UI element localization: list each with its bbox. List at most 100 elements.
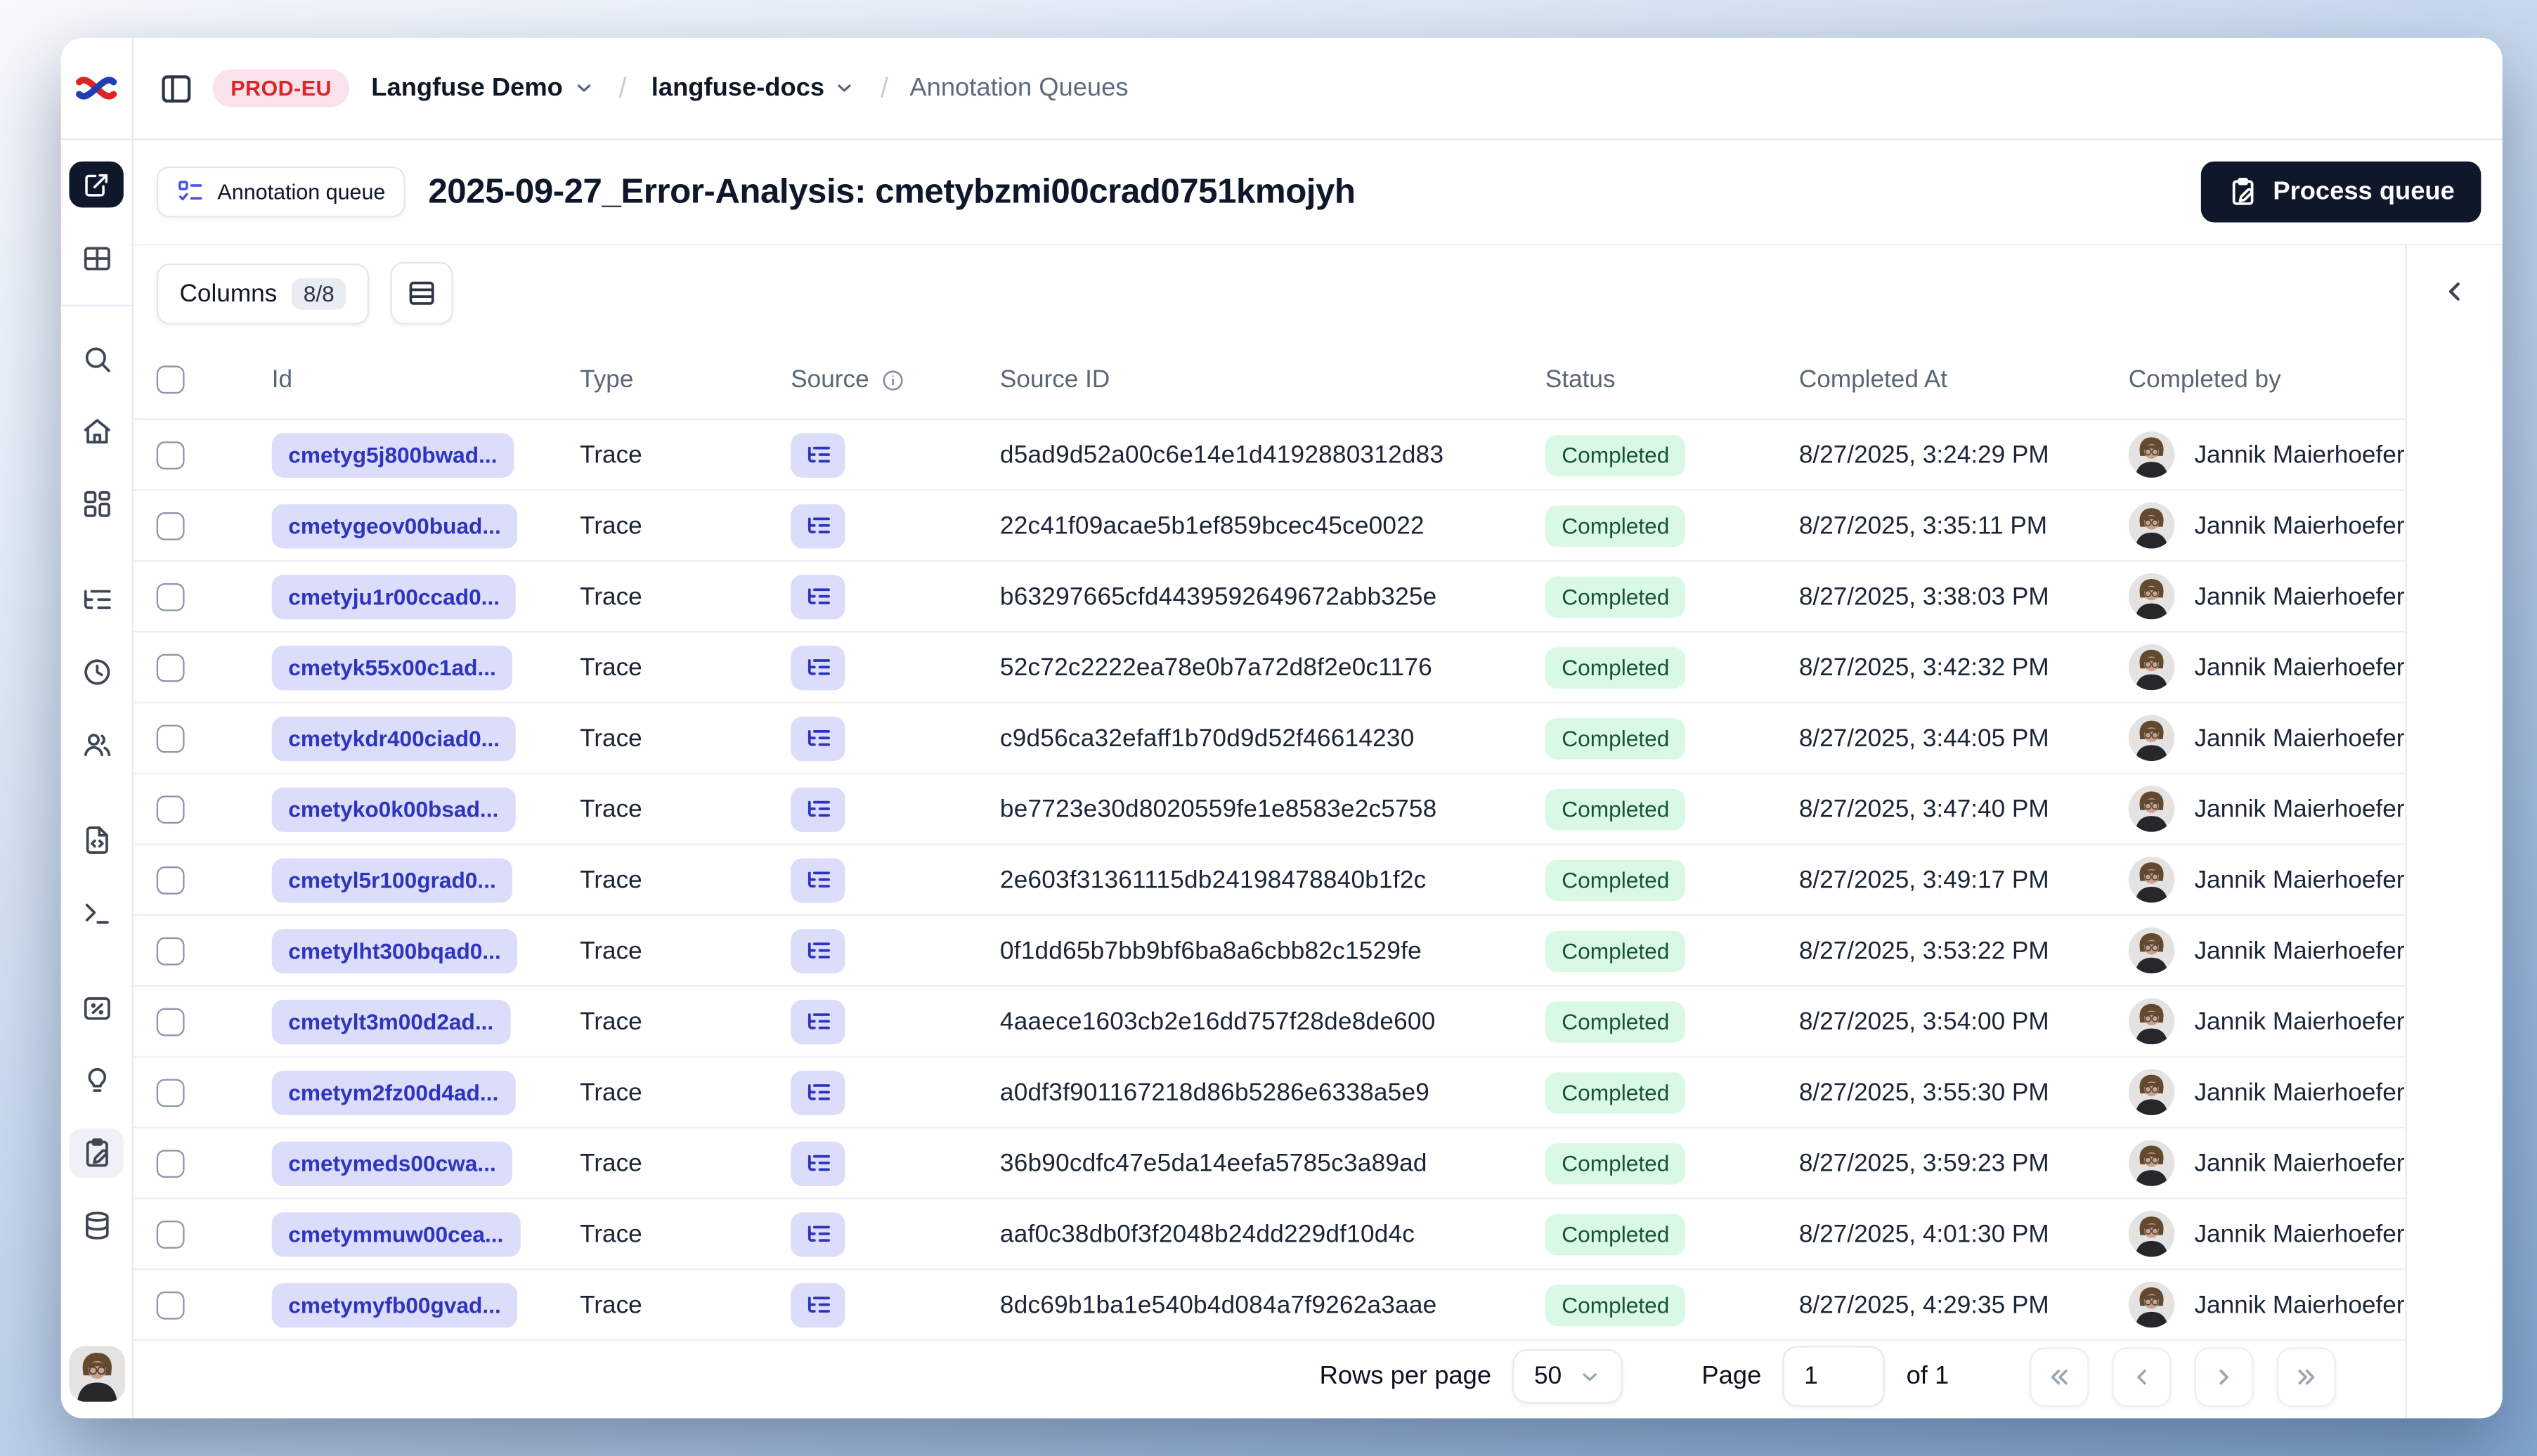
source-trace-badge[interactable] [791,715,845,760]
nav-tracing-button[interactable] [69,575,123,624]
item-id-badge[interactable]: cmetymyfb00gvad... [271,1282,518,1327]
column-header-completed-by[interactable]: Completed by [2129,365,2406,394]
item-id-badge[interactable]: cmetyko0k00bsad... [271,786,515,831]
user-name: Jannik Maierhoefer [2194,582,2405,611]
nav-playground-button[interactable] [69,888,123,937]
item-id-badge[interactable]: cmetymeds00cwa... [271,1140,513,1185]
previous-page-button[interactable] [2112,1346,2172,1406]
column-header-status[interactable]: Status [1545,365,1799,394]
row-checkbox[interactable] [156,653,185,682]
row-checkbox[interactable] [156,1149,185,1177]
table-row[interactable]: cmetym2fz00d4ad... Trace a0df3f901167218… [133,1058,2406,1129]
item-id-badge[interactable]: cmetygeov00buad... [271,503,518,548]
column-header-source-id[interactable]: Source ID [1000,365,1545,394]
row-checkbox[interactable] [156,724,185,753]
nav-datasets-button[interactable] [69,1201,123,1250]
source-trace-badge[interactable] [791,1140,845,1185]
app-window: PROD-EU Langfuse Demo / langfuse-docs / … [60,37,2503,1419]
first-page-button[interactable] [2030,1346,2089,1406]
item-id-badge[interactable]: cmetyl5r100grad0... [271,857,513,902]
user-name: Jannik Maierhoefer [2194,441,2405,469]
row-checkbox[interactable] [156,441,185,469]
row-checkbox[interactable] [156,511,185,540]
completed-at-cell: 8/27/2025, 3:54:00 PM [1798,1007,2049,1036]
select-all-checkbox[interactable] [156,365,185,394]
row-checkbox[interactable] [156,1007,185,1036]
column-header-source[interactable]: Source [791,365,1000,394]
nav-prompts-button[interactable] [69,815,123,864]
table-row[interactable]: cmetylt3m00d2ad... Trace 4aaece1603cb2e1… [133,987,2406,1058]
next-page-button[interactable] [2194,1346,2254,1406]
row-checkbox[interactable] [156,1219,185,1248]
item-id-badge[interactable]: cmetyju1r00ccad0... [271,573,517,619]
source-trace-badge[interactable] [791,432,845,477]
nav-evaluation-button[interactable] [69,983,123,1032]
table-row[interactable]: cmetyl5r100grad0... Trace 2e603f31361115… [133,845,2406,916]
source-trace-badge[interactable] [791,1211,845,1256]
breadcrumb-project[interactable]: langfuse-docs [648,70,859,107]
nav-dashboard-button[interactable] [69,479,123,528]
nav-tables-button[interactable] [69,234,123,283]
row-checkbox[interactable] [156,936,185,965]
environment-badge[interactable]: PROD-EU [212,69,350,108]
source-trace-badge[interactable] [791,786,845,831]
source-trace-badge[interactable] [791,503,845,548]
item-id-badge[interactable]: cmetyg5j800bwad... [271,432,514,477]
table-row[interactable]: cmetymyfb00gvad... Trace 8dc69b1ba1e540b… [133,1270,2406,1341]
list-tree-icon [807,729,829,746]
nav-sessions-button[interactable] [69,647,123,696]
source-trace-badge[interactable] [791,1070,845,1114]
column-header-type[interactable]: Type [580,365,791,394]
item-id-badge[interactable]: cmetym2fz00d4ad... [271,1070,515,1114]
process-queue-button[interactable]: Process queue [2200,161,2481,223]
breadcrumb-org[interactable]: Langfuse Demo [368,70,597,107]
nav-home-button[interactable] [69,407,123,456]
table-row[interactable]: cmetymeds00cwa... Trace 36b90cdfc47e5da1… [133,1129,2406,1200]
row-checkbox[interactable] [156,1078,185,1107]
source-trace-badge[interactable] [791,573,845,619]
nav-insights-button[interactable] [69,1056,123,1105]
table-row[interactable]: cmetyju1r00ccad0... Trace b63297665cfd44… [133,561,2406,633]
user-avatar[interactable] [68,1346,124,1402]
table-row[interactable]: cmetylht300bqad0... Trace 0f1dd65b7bb9bf… [133,916,2406,987]
row-checkbox[interactable] [156,1290,185,1319]
item-id-badge[interactable]: cmetykdr400ciad0... [271,715,517,760]
item-id-badge[interactable]: cmetyk55x00c1ad... [271,644,513,690]
columns-button[interactable]: Columns 8/8 [156,262,370,324]
nav-search-button[interactable] [69,334,123,384]
row-checkbox[interactable] [156,795,185,823]
table-row[interactable]: cmetyko0k00bsad... Trace be7723e30d80205… [133,774,2406,845]
queue-type-label: Annotation queue [217,179,386,204]
row-height-button[interactable] [390,261,453,325]
source-trace-badge[interactable] [791,928,845,973]
table-row[interactable]: cmetyk55x00c1ad... Trace 52c72c2222ea78e… [133,632,2406,703]
open-external-button[interactable] [69,161,124,208]
table-row[interactable]: cmetyg5j800bwad... Trace d5ad9d52a00c6e1… [133,420,2406,491]
source-trace-badge[interactable] [791,857,845,902]
nav-annotation-queues-button[interactable] [69,1128,124,1178]
type-cell: Trace [580,865,642,894]
row-checkbox[interactable] [156,865,185,894]
table-row[interactable]: cmetygeov00buad... Trace 22c41f09acae5b1… [133,491,2406,562]
table-row[interactable]: cmetykdr400ciad0... Trace c9d56ca32efaff… [133,703,2406,774]
expand-panel-button[interactable] [2430,267,2479,316]
langfuse-logo[interactable] [74,74,118,102]
rows-per-page-select[interactable]: 50 [1512,1348,1623,1404]
page-number-input[interactable] [1782,1346,1886,1407]
nav-users-button[interactable] [69,720,123,769]
source-trace-badge[interactable] [791,1282,845,1327]
item-id-badge[interactable]: cmetylht300bqad0... [271,928,518,973]
table-row[interactable]: cmetymmuw00cea... Trace aaf0c38db0f3f204… [133,1200,2406,1270]
sidebar-toggle-button[interactable] [158,70,195,107]
column-header-completed-at[interactable]: Completed At [1799,365,2129,394]
item-id-badge[interactable]: cmetylt3m00d2ad... [271,999,510,1044]
rows-per-page-value: 50 [1534,1362,1562,1391]
row-checkbox[interactable] [156,582,185,611]
queue-type-badge[interactable]: Annotation queue [156,166,405,218]
source-trace-badge[interactable] [791,999,845,1044]
source-trace-badge[interactable] [791,644,845,690]
user-name: Jannik Maierhoefer [2194,653,2405,682]
item-id-badge[interactable]: cmetymmuw00cea... [271,1211,520,1256]
last-page-button[interactable] [2276,1346,2337,1406]
column-header-id[interactable]: Id [272,365,580,394]
